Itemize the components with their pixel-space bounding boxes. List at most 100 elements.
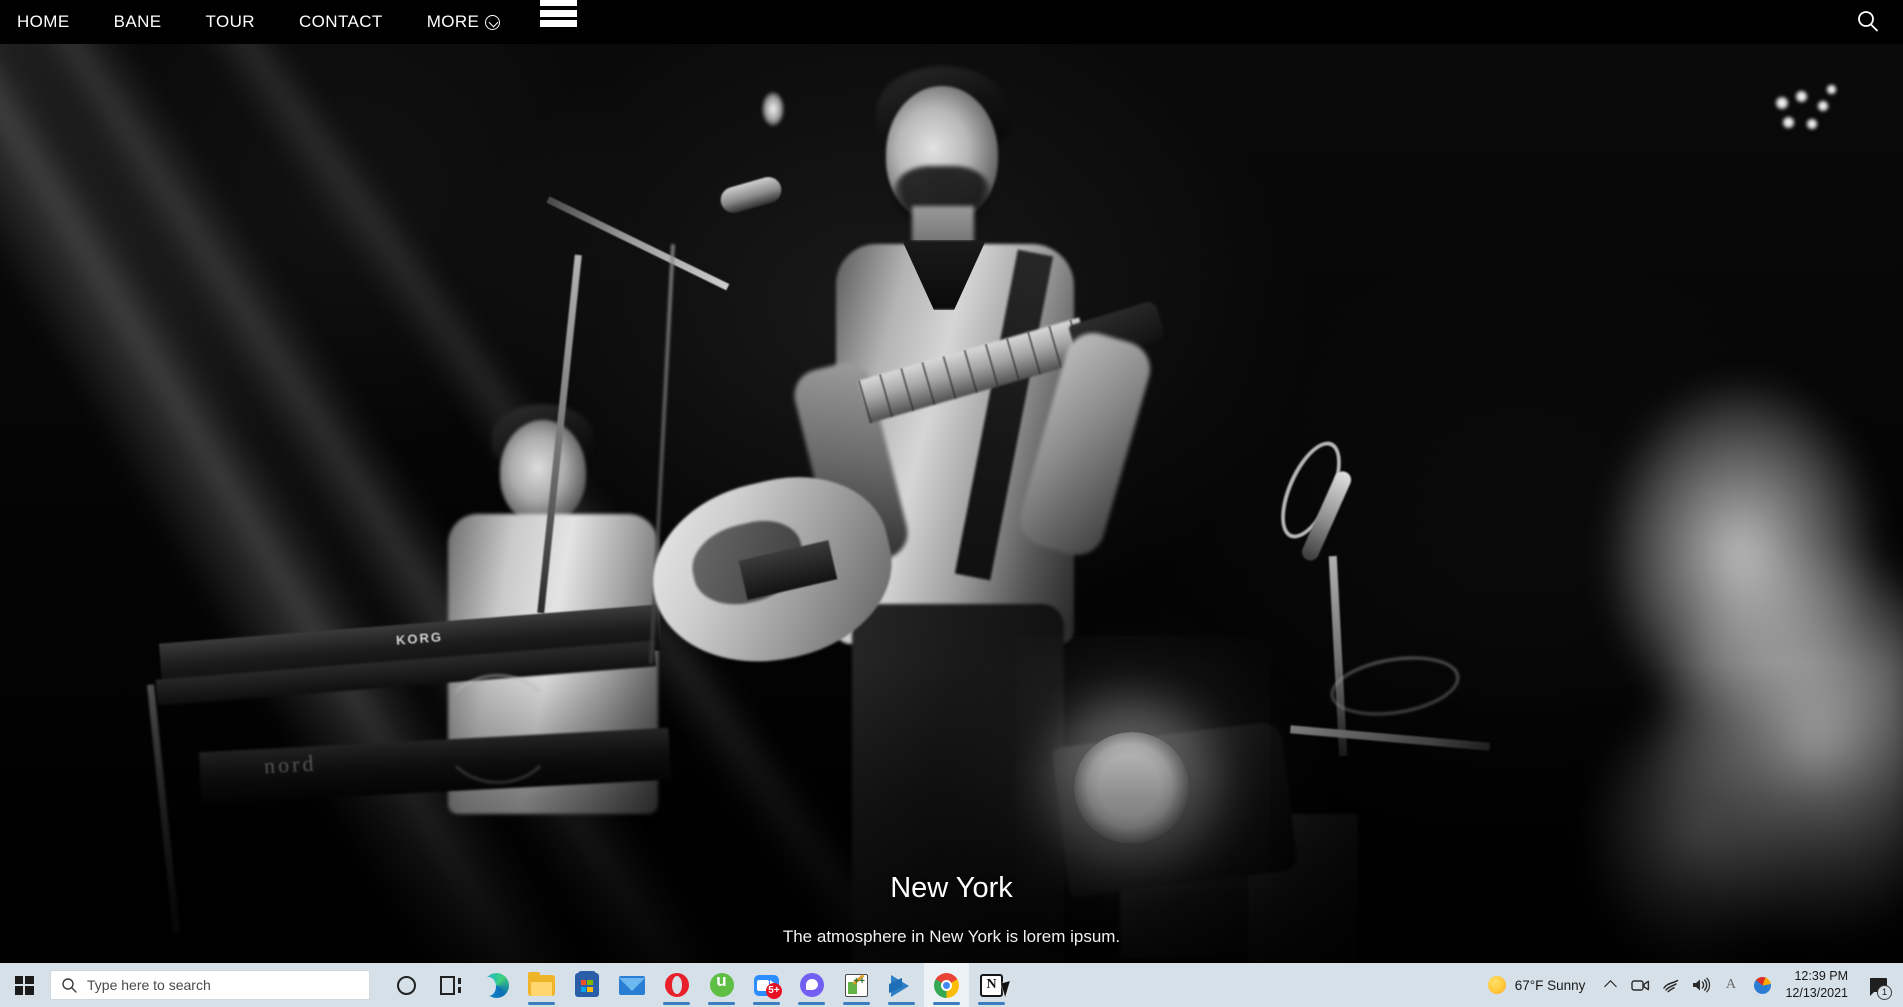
active-indicator: [798, 1002, 825, 1005]
taskbar-clock[interactable]: 12:39 PM 12/13/2021: [1777, 963, 1859, 1007]
cable-loop: [438, 674, 558, 784]
active-indicator: [843, 1002, 870, 1005]
stage-light: [1775, 96, 1789, 110]
notion-icon: [980, 973, 1003, 997]
nord-brand-label: nord: [263, 750, 317, 779]
meet-now-icon[interactable]: [1747, 963, 1777, 1007]
stage-light: [1826, 84, 1837, 95]
taskbar-app-viber[interactable]: [789, 963, 834, 1007]
web-page: KORG nord New York The atmosphere in New…: [0, 0, 1903, 963]
notepad-plus-plus-icon: ++: [845, 973, 868, 997]
search-icon[interactable]: [1853, 7, 1883, 37]
hero-image: KORG nord New York The atmosphere in New…: [0, 44, 1903, 963]
notification-count-badge: 1: [1877, 985, 1892, 1000]
nav-home[interactable]: HOME: [0, 0, 92, 44]
taskbar-app-notion[interactable]: [969, 963, 1014, 1007]
nav-bane[interactable]: BANE: [92, 0, 184, 44]
cortana-circle-icon: [397, 975, 416, 995]
meet-now-glyph: [1753, 976, 1771, 994]
mail-icon: [618, 975, 645, 995]
taskbar-app-opera[interactable]: [654, 963, 699, 1007]
nav-more[interactable]: MORE: [405, 0, 523, 44]
chevron-down-circle-icon: [485, 14, 501, 30]
hamburger-bar: [540, 20, 577, 27]
top-navigation-bar: HOME BANE TOUR CONTACT MORE: [0, 0, 1903, 44]
clock-date: 12/13/2021: [1785, 986, 1848, 1000]
taskbar-search-input[interactable]: Type here to search: [50, 970, 370, 1000]
store-icon: [574, 971, 599, 997]
zoom-icon: 5+: [754, 974, 782, 999]
spotlight-lens: [1074, 732, 1190, 844]
stage-light: [1782, 116, 1795, 129]
windows-logo-pane: [14, 975, 23, 984]
taskbar-app-notepadpp[interactable]: ++: [834, 963, 879, 1007]
active-indicator: [663, 1002, 690, 1005]
windows-taskbar: Type here to search u 5+ ++ N 67°F Sunny…: [0, 963, 1903, 1007]
weather-text: 67°F Sunny: [1514, 977, 1586, 993]
taskbar-app-cortana[interactable]: [384, 963, 429, 1007]
nav-tour[interactable]: TOUR: [184, 0, 277, 44]
speaker-icon[interactable]: [1687, 963, 1714, 1007]
taskbar-app-vscode[interactable]: [879, 963, 924, 1007]
active-indicator: [708, 1002, 735, 1005]
windows-start-icon[interactable]: [0, 963, 48, 1007]
active-indicator: [933, 1002, 960, 1005]
caption-title: New York: [890, 871, 1013, 904]
input-indicator-icon[interactable]: A: [1717, 963, 1744, 1007]
nav-links: HOME BANE TOUR CONTACT MORE: [0, 0, 522, 44]
active-indicator: [528, 1002, 555, 1005]
system-tray: 67°F Sunny A 12:39 PM 12/13/2021 1: [1476, 963, 1903, 1007]
viber-icon: [799, 973, 824, 997]
search-icon: [61, 977, 78, 994]
concert-photo: KORG nord: [0, 44, 1903, 963]
stage-light: [1817, 100, 1829, 112]
opera-icon: [664, 973, 689, 997]
windows-logo-pane: [25, 986, 34, 995]
taskbar-app-task-view[interactable]: [429, 963, 474, 1007]
nav-more-label: MORE: [426, 12, 480, 31]
edge-icon: [481, 972, 509, 998]
active-indicator: [753, 1002, 780, 1005]
vscode-icon: [889, 974, 914, 997]
caption-subtitle: The atmosphere in New York is lorem ipsu…: [782, 926, 1121, 946]
taskbar-search-placeholder: Type here to search: [87, 977, 211, 993]
keyboardist-head: [500, 420, 586, 524]
notification-icon[interactable]: 1: [1859, 963, 1897, 1007]
taskbar-app-utorrent[interactable]: [699, 963, 744, 1007]
input-indicator-label: A: [1725, 977, 1736, 992]
hamburger-bar: [540, 9, 577, 17]
stage-light: [1806, 118, 1818, 130]
chevron-up-glyph: [1604, 980, 1618, 993]
taskbar-app-chrome[interactable]: [924, 963, 969, 1007]
taskbar-app-list: 5+ ++: [384, 963, 1014, 1007]
taskbar-app-file-explorer[interactable]: [519, 963, 564, 1007]
task-view-icon: [439, 975, 464, 995]
hamburger-bar: [540, 0, 577, 6]
chrome-icon: [934, 972, 959, 998]
zoom-notification-badge: 5+: [766, 982, 782, 999]
taskbar-app-mail[interactable]: [609, 963, 654, 1007]
folder-icon: [528, 971, 555, 996]
keyboardist: KORG nord: [146, 384, 720, 944]
active-indicator: [888, 1002, 915, 1005]
chevron-up-icon[interactable]: [1597, 963, 1624, 1007]
windows-logo: [14, 975, 34, 995]
windows-logo-pane: [14, 986, 23, 995]
taskbar-app-store[interactable]: [564, 963, 609, 1007]
camera-icon[interactable]: [1627, 963, 1654, 1007]
wifi-icon[interactable]: [1657, 963, 1684, 1007]
windows-logo-pane: [25, 975, 34, 984]
hamburger-menu-icon[interactable]: [540, 0, 577, 30]
active-indicator: [978, 1002, 1005, 1005]
weather-widget[interactable]: 67°F Sunny: [1476, 963, 1598, 1007]
hero-caption: New York The atmosphere in New York is l…: [0, 871, 1903, 947]
taskbar-app-zoom[interactable]: 5+: [744, 963, 789, 1007]
sun-icon: [1487, 976, 1506, 994]
taskbar-app-edge[interactable]: [474, 963, 519, 1007]
tray-icon-group: A: [1597, 963, 1777, 1007]
stage-light: [762, 92, 784, 126]
stage-light: [1795, 90, 1808, 103]
clock-time: 12:39 PM: [1794, 969, 1848, 984]
utorrent-icon: [709, 971, 734, 997]
nav-contact[interactable]: CONTACT: [277, 0, 405, 44]
